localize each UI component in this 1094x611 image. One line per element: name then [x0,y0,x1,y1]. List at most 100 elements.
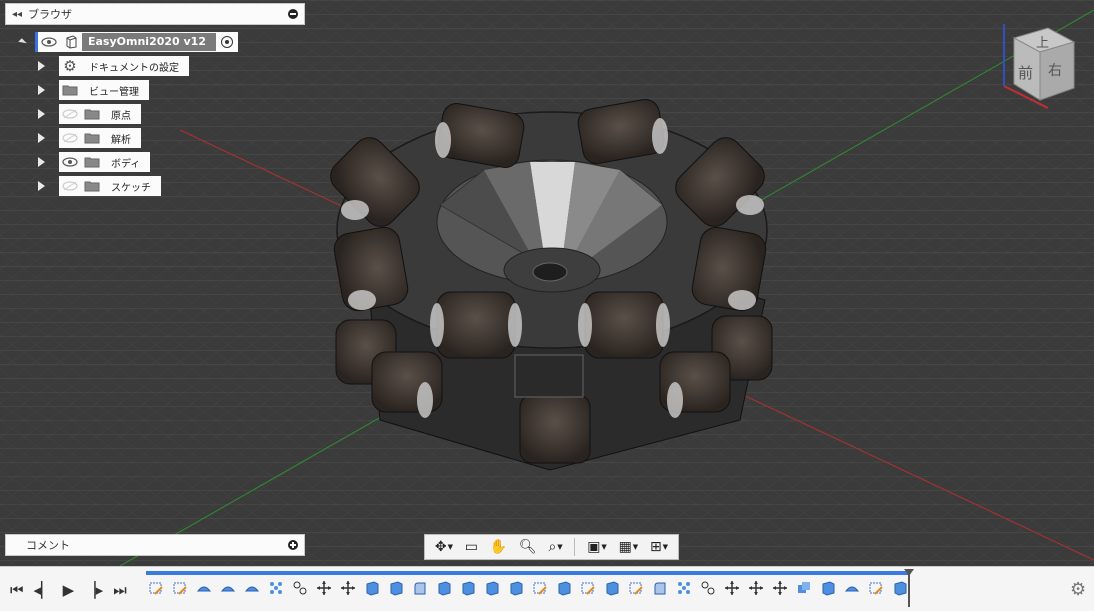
pan-button[interactable]: ✋ [490,539,507,555]
body-feature-icon[interactable] [602,579,622,597]
step-forward-icon[interactable]: ▕▸ [84,581,103,599]
browser-item-bodies[interactable]: ボディ [38,152,151,172]
expand-arrow-icon[interactable] [18,37,27,47]
fillet-feature-icon[interactable] [410,579,430,597]
add-comment-icon[interactable] [288,540,298,550]
go-to-start-icon[interactable]: ⏮ [10,581,24,599]
expand-arrow-icon[interactable] [38,109,45,119]
expand-arrow-icon[interactable] [38,181,45,191]
pattern-feature-icon[interactable] [674,579,694,597]
body-feature-icon[interactable] [554,579,574,597]
display-settings-button[interactable]: ▣ ▼ [587,539,607,555]
browser-item-origin[interactable]: 原点 [38,104,141,124]
timeline-marker[interactable] [904,569,914,607]
folder-icon [59,80,81,100]
body-feature-icon[interactable] [362,579,382,597]
move-feature-icon[interactable] [314,579,334,597]
viewcube-right-label[interactable]: 右 [1048,60,1062,80]
timeline: ⏮ ◂▏ ▶ ▕▸ ⏭ ⚙ [0,566,1094,611]
browser-item-label: ビュー管理 [89,86,139,98]
collapse-panel-icon[interactable] [288,9,298,19]
viewport-canvas[interactable] [0,0,1094,566]
viewports-button[interactable]: ⊞ ▼ [650,539,668,555]
gear-icon[interactable]: ⚙ [1070,579,1086,600]
play-icon[interactable]: ▶ [63,581,75,599]
folder-icon [81,128,103,148]
hidden-eye-icon[interactable] [59,176,81,196]
viewcube-top-label[interactable]: 上 [1036,32,1049,51]
look-at-button[interactable]: ▭ [465,539,478,555]
3d-viewport[interactable] [0,0,1094,566]
root-component-name[interactable]: EasyOmni2020 v12 [82,33,216,51]
activate-radio-icon[interactable] [221,36,233,48]
visibility-eye-icon[interactable] [38,32,60,52]
pan-icon: ✋ [489,539,508,555]
browser-item-named-views[interactable]: ビュー管理 [38,80,149,100]
viewports-icon: ⊞ [649,539,662,555]
browser-item-label: ボディ [111,158,141,170]
body-feature-icon[interactable] [890,579,910,597]
go-to-end-icon[interactable]: ⏭ [113,581,127,599]
zoom-button[interactable]: 🔍︎ [519,539,537,555]
chevron-down-icon[interactable]: ▼ [601,543,606,551]
pattern-feature-icon[interactable] [266,579,286,597]
body-feature-icon[interactable] [482,579,502,597]
viewcube[interactable]: 上 前 右 [1000,22,1080,112]
body-feature-icon[interactable] [818,579,838,597]
fit-button[interactable]: ⌕ ▼ [548,539,562,555]
comments-panel-header[interactable]: コメント [5,534,305,556]
browser-item-label: 解析 [111,134,131,146]
orbit-button[interactable]: ✥ ▼ [435,539,453,555]
comments-title: コメント [26,539,70,552]
navigation-bar: ✥ ▼ ▭ ✋ 🔍︎ ⌕ ▼ ▣ ▼ ▦ ▼ ⊞ ▼ [424,534,679,560]
expand-arrow-icon[interactable] [38,133,45,143]
browser-item-sketches[interactable]: スケッチ [38,176,161,196]
body-feature-icon[interactable] [506,579,526,597]
zoom-icon: 🔍︎ [518,539,537,555]
move-feature-icon[interactable] [770,579,790,597]
hidden-eye-icon[interactable] [59,104,81,124]
chevron-down-icon[interactable]: ▼ [633,543,638,551]
joint-feature-icon[interactable] [290,579,310,597]
move-feature-icon[interactable] [722,579,742,597]
chevron-down-icon[interactable]: ▼ [663,543,668,551]
grid-icon: ▦ [618,539,632,555]
grid-settings-button[interactable]: ▦ ▼ [619,539,639,555]
visibility-eye-icon[interactable] [59,152,81,172]
timeline-track[interactable] [146,571,910,575]
viewcube-front-label[interactable]: 前 [1018,62,1033,83]
move-feature-icon[interactable] [338,579,358,597]
chevron-down-icon[interactable]: ▼ [448,543,453,551]
step-back-icon[interactable]: ◂▏ [34,581,53,599]
omni-wheel-model[interactable] [324,97,773,471]
browser-root-node[interactable]: EasyOmni2020 v12 [18,32,238,52]
hidden-eye-icon[interactable] [59,128,81,148]
sketch-feature-icon[interactable] [170,579,190,597]
combine-feature-icon[interactable] [794,579,814,597]
body-feature-icon[interactable] [458,579,478,597]
extrude-feature-icon[interactable] [242,579,262,597]
extrude-feature-icon[interactable] [194,579,214,597]
expand-arrow-icon[interactable] [38,85,45,95]
component-icon [60,32,82,52]
extrude-feature-icon[interactable] [218,579,238,597]
joint-feature-icon[interactable] [698,579,718,597]
double-chevron-left-icon[interactable]: ◂◂ [6,9,28,20]
move-feature-icon[interactable] [746,579,766,597]
expand-arrow-icon[interactable] [38,61,45,71]
sketch-feature-icon[interactable] [626,579,646,597]
browser-item-label: スケッチ [111,182,151,194]
sketch-feature-icon[interactable] [866,579,886,597]
expand-arrow-icon[interactable] [38,157,45,167]
sketch-feature-icon[interactable] [146,579,166,597]
sketch-feature-icon[interactable] [530,579,550,597]
body-feature-icon[interactable] [434,579,454,597]
extrude-feature-icon[interactable] [842,579,862,597]
folder-icon [81,176,103,196]
browser-item-analysis[interactable]: 解析 [38,128,141,148]
fillet-feature-icon[interactable] [650,579,670,597]
browser-item-document-settings[interactable]: ⚙ ドキュメントの設定 [38,56,189,76]
body-feature-icon[interactable] [386,579,406,597]
sketch-feature-icon[interactable] [578,579,598,597]
chevron-down-icon[interactable]: ▼ [557,543,562,551]
